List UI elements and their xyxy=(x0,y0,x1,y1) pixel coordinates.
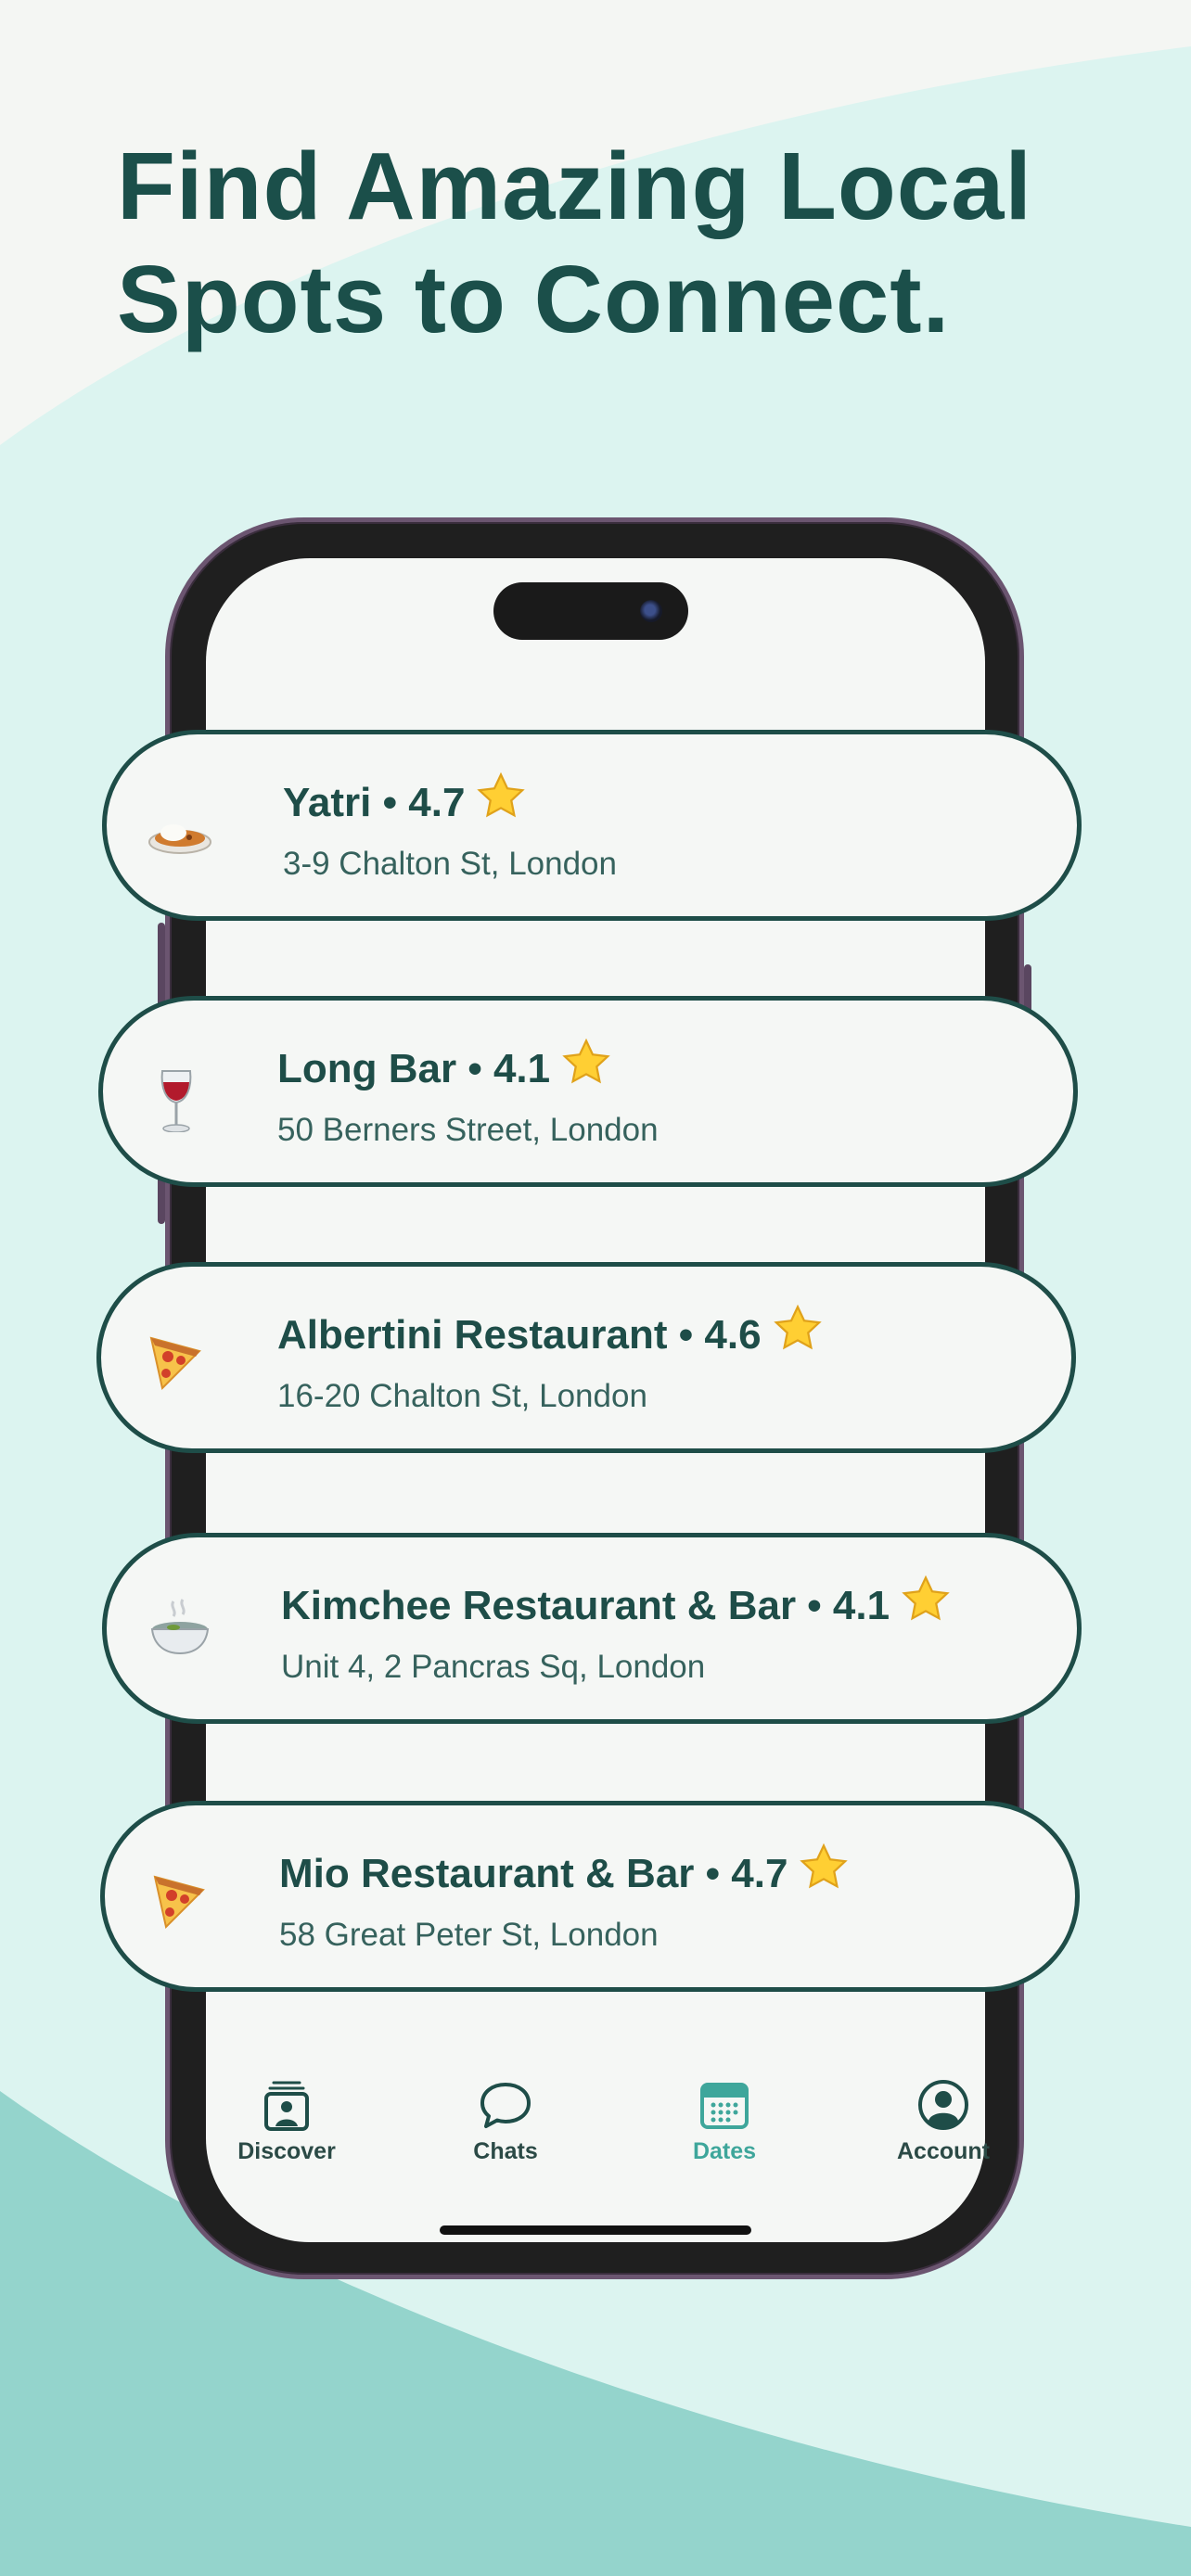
place-title: Long Bar • 4.1 xyxy=(277,1038,611,1092)
tab-label: Discover xyxy=(237,2138,336,2164)
place-address: 3-9 Chalton St, London xyxy=(283,846,617,882)
steaming-bowl-icon xyxy=(150,1599,210,1655)
discover-icon xyxy=(264,2081,309,2131)
place-title: Albertini Restaurant • 4.6 xyxy=(277,1304,823,1358)
account-icon xyxy=(918,2080,968,2130)
curry-rice-icon xyxy=(148,824,211,854)
place-address: 58 Great Peter St, London xyxy=(279,1917,659,1953)
place-card-kimchee-restaurant-bar[interactable]: Kimchee Restaurant & Bar • 4.1 Unit 4, 2… xyxy=(102,1533,1082,1724)
star-icon xyxy=(562,1038,610,1084)
place-title: Mio Restaurant & Bar • 4.7 xyxy=(279,1843,849,1897)
tab-chats[interactable]: Chats xyxy=(427,2073,584,2185)
headline: Find Amazing Local Spots to Connect. xyxy=(117,130,1137,356)
tab-discover[interactable]: Discover xyxy=(208,2073,365,2185)
star-icon xyxy=(773,1304,822,1350)
tab-dates[interactable]: Dates xyxy=(646,2073,803,2185)
place-card-mio-restaurant-bar[interactable]: Mio Restaurant & Bar • 4.7 58 Great Pete… xyxy=(100,1801,1080,1992)
headline-line-1: Find Amazing Local xyxy=(117,133,1032,239)
tab-label: Chats xyxy=(473,2138,538,2164)
chat-bubble-icon xyxy=(480,2083,531,2128)
home-indicator xyxy=(440,2225,751,2235)
tab-label: Account xyxy=(897,2138,990,2164)
place-title: Yatri • 4.7 xyxy=(283,772,526,826)
place-card-albertini-restaurant[interactable]: Albertini Restaurant • 4.6 16-20 Chalton… xyxy=(96,1262,1076,1453)
wine-glass-icon xyxy=(160,1070,192,1132)
tab-account[interactable]: Account xyxy=(864,2073,1022,2185)
camera-icon xyxy=(640,600,662,622)
pizza-icon xyxy=(149,1336,201,1390)
tab-label: Dates xyxy=(692,2138,757,2164)
place-title: Kimchee Restaurant & Bar • 4.1 xyxy=(281,1575,951,1629)
place-address: Unit 4, 2 Pancras Sq, London xyxy=(281,1649,706,1685)
place-card-yatri[interactable]: Yatri • 4.7 3-9 Chalton St, London xyxy=(102,730,1082,921)
star-icon xyxy=(800,1843,849,1889)
calendar-icon xyxy=(700,2083,749,2129)
pizza-icon xyxy=(153,1875,205,1929)
star-icon xyxy=(477,772,526,818)
headline-line-2: Spots to Connect. xyxy=(117,246,951,352)
place-card-long-bar[interactable]: Long Bar • 4.1 50 Berners Street, London xyxy=(98,996,1078,1187)
place-address: 16-20 Chalton St, London xyxy=(277,1378,647,1414)
place-address: 50 Berners Street, London xyxy=(277,1112,659,1148)
star-icon xyxy=(902,1575,950,1621)
tab-bar: Discover Chats Dates Account xyxy=(206,2073,990,2185)
